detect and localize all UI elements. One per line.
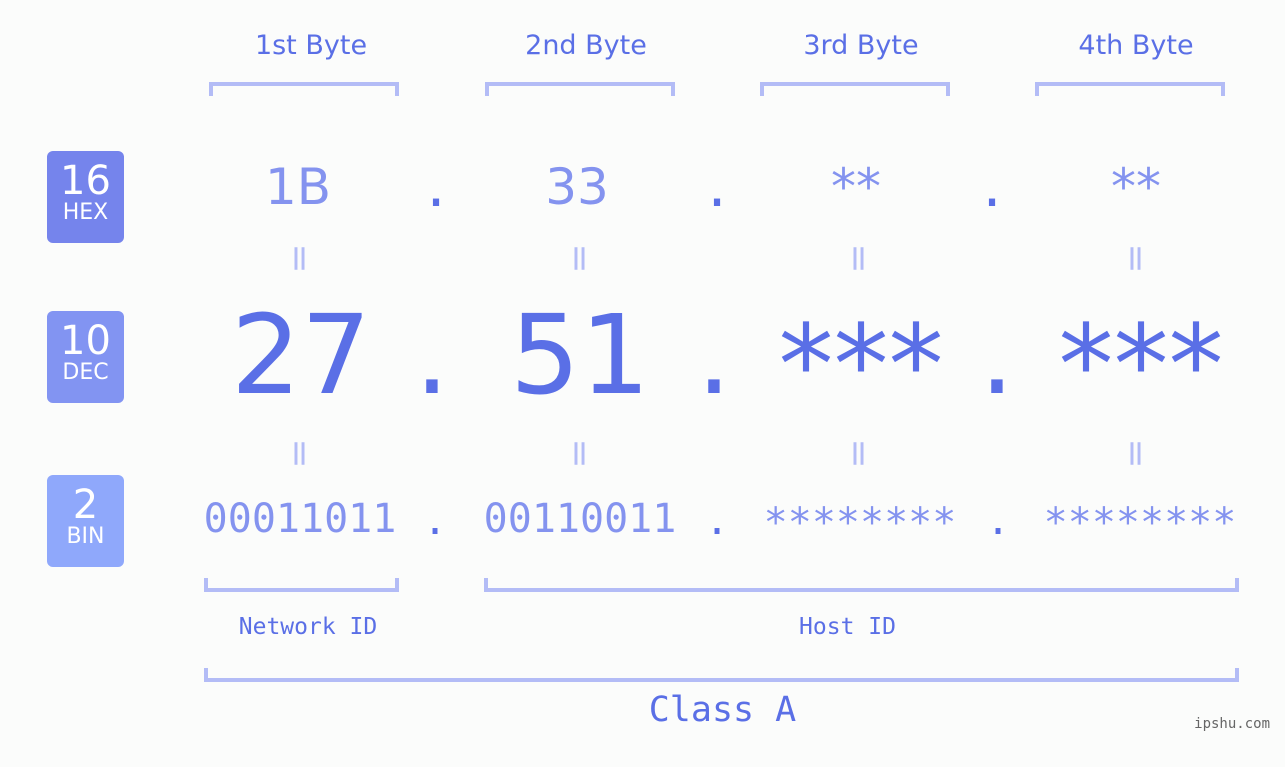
hex-value-4: ** <box>1111 158 1161 216</box>
dec-badge-label: DEC <box>62 360 109 385</box>
hex-value-2: 33 <box>545 158 609 216</box>
equals-icon: = <box>559 438 601 469</box>
host-id-label: Host ID <box>799 614 896 640</box>
equals-icon: = <box>279 438 321 469</box>
bin-value-3: ******** <box>763 500 957 546</box>
network-id-bracket <box>204 578 399 592</box>
equals-icon: = <box>1115 438 1157 469</box>
bin-separator: . <box>422 498 448 544</box>
byte-bracket-3 <box>760 82 950 96</box>
bin-badge-label: BIN <box>66 524 105 549</box>
dec-separator: . <box>979 291 1015 419</box>
bin-separator: . <box>985 498 1011 544</box>
hex-badge-label: HEX <box>62 200 109 225</box>
dec-separator: . <box>696 291 732 419</box>
hex-value-1: 1B <box>264 158 332 216</box>
byte-bracket-2 <box>485 82 675 96</box>
host-id-bracket <box>484 578 1239 592</box>
equals-icon: = <box>838 438 880 469</box>
dec-badge-number: 10 <box>60 318 111 364</box>
class-label: Class A <box>648 690 797 730</box>
dec-value-1: 27 <box>231 291 371 419</box>
bin-value-2: 00110011 <box>483 496 677 542</box>
class-bracket <box>204 668 1239 682</box>
hex-separator: . <box>977 160 1008 218</box>
bin-value-4: ******** <box>1043 500 1237 546</box>
bin-badge: 2 BIN <box>47 475 124 567</box>
byte-title-2: 2nd Byte <box>525 30 647 61</box>
hex-badge-number: 16 <box>60 158 111 204</box>
dec-separator: . <box>414 291 450 419</box>
equals-icon: = <box>559 243 601 274</box>
byte-title-1: 1st Byte <box>254 30 368 61</box>
dec-value-4: *** <box>1058 301 1224 429</box>
bin-badge-number: 2 <box>72 482 99 528</box>
hex-separator: . <box>421 160 452 218</box>
dec-value-3: *** <box>778 301 944 429</box>
equals-icon: = <box>1115 243 1157 274</box>
byte-bracket-4 <box>1035 82 1225 96</box>
bin-value-1: 00011011 <box>203 496 397 542</box>
byte-bracket-1 <box>209 82 399 96</box>
hex-value-3: ** <box>831 158 881 216</box>
dec-value-2: 51 <box>510 291 650 419</box>
bin-separator: . <box>704 498 730 544</box>
byte-title-3: 3rd Byte <box>803 30 919 61</box>
equals-icon: = <box>279 243 321 274</box>
equals-icon: = <box>838 243 880 274</box>
dec-badge: 10 DEC <box>47 311 124 403</box>
network-id-label: Network ID <box>238 614 378 640</box>
hex-separator: . <box>702 160 733 218</box>
watermark: ipshu.com <box>1194 716 1270 732</box>
byte-title-4: 4th Byte <box>1078 30 1194 61</box>
hex-badge: 16 HEX <box>47 151 124 243</box>
